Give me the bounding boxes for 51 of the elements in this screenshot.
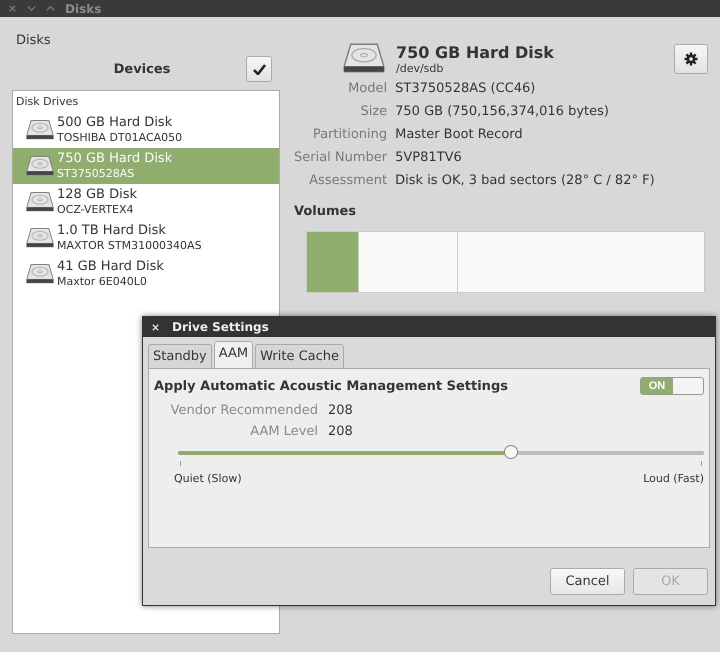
field-label: Model <box>347 81 388 96</box>
drive-model: ST3750528AS <box>57 167 136 181</box>
devices-heading: Devices <box>112 62 172 76</box>
drive-model: Maxtor 6E040L0 <box>57 275 148 289</box>
header-title: Disks <box>16 33 51 48</box>
drive-name: 1.0 TB Hard Disk <box>57 223 167 239</box>
settings-button[interactable] <box>674 44 708 74</box>
select-button[interactable] <box>246 56 272 82</box>
tab[interactable]: AAM <box>214 341 254 368</box>
drive-model: OCZ-VERTEX4 <box>57 203 135 217</box>
minimize-icon[interactable] <box>27 4 36 13</box>
drive-item[interactable]: 41 GB Hard Disk Maxtor 6E040L0 <box>13 256 279 292</box>
drive-model: MAXTOR STM31000340AS <box>57 239 202 253</box>
tab[interactable]: Write Cache <box>255 344 344 368</box>
setting-label: AAM Level <box>249 424 318 439</box>
field-label: Assessment <box>308 173 388 188</box>
field-label: Serial Number <box>294 150 388 165</box>
drive-name: 750 GB Hard Disk <box>57 151 172 167</box>
drive-name: 128 GB Disk <box>57 187 137 203</box>
settings-icon <box>684 52 698 66</box>
field-label: Size <box>359 104 388 119</box>
device-path: /dev/sdb <box>396 62 444 74</box>
field-value: 5VP81TV6 <box>395 150 463 165</box>
drive-item[interactable]: 1.0 TB Hard Disk MAXTOR STM31000340AS <box>13 220 279 256</box>
setting-value: 208 <box>328 403 354 418</box>
section-label: Disk Drives <box>15 94 80 110</box>
tab[interactable]: Standby <box>148 344 212 368</box>
slider-thumb[interactable] <box>504 445 518 459</box>
dialog-title: Drive Settings <box>172 320 269 334</box>
max-label: Loud (Fast) <box>643 472 704 485</box>
window-title: Disks <box>65 2 102 16</box>
drive-model: TOSHIBA DT01ACA050 <box>57 131 182 145</box>
setting-heading: Apply Automatic Acoustic Management Settings <box>154 378 508 394</box>
disk-title: 750 GB Hard Disk <box>396 42 554 62</box>
maximize-icon[interactable] <box>46 4 55 13</box>
field-label: Partitioning <box>312 127 388 142</box>
field-value: 750 GB (750,156,374,016 bytes) <box>395 104 610 119</box>
setting-value: 208 <box>328 424 354 439</box>
volumes-heading: Volumes <box>294 204 356 219</box>
drive-item[interactable]: 128 GB Disk OCZ-VERTEX4 <box>13 184 279 220</box>
checkmark-icon <box>252 64 266 74</box>
drive-item[interactable]: 500 GB Hard Disk TOSHIBA DT01ACA050 <box>13 112 279 148</box>
setting-label: Vendor Recommended <box>170 403 318 418</box>
dialog-button[interactable]: Cancel <box>550 568 625 595</box>
volume-segment[interactable] <box>307 232 360 292</box>
field-value: ST3750528AS (CC46) <box>395 81 536 96</box>
drive-name: 41 GB Hard Disk <box>57 259 164 275</box>
field-value: Disk is OK, 3 bad sectors (28° C / 82° F) <box>395 173 656 188</box>
min-label: Quiet (Slow) <box>174 472 242 485</box>
drive-name: 500 GB Hard Disk <box>57 115 174 131</box>
field-value: Master Boot Record <box>395 127 524 142</box>
